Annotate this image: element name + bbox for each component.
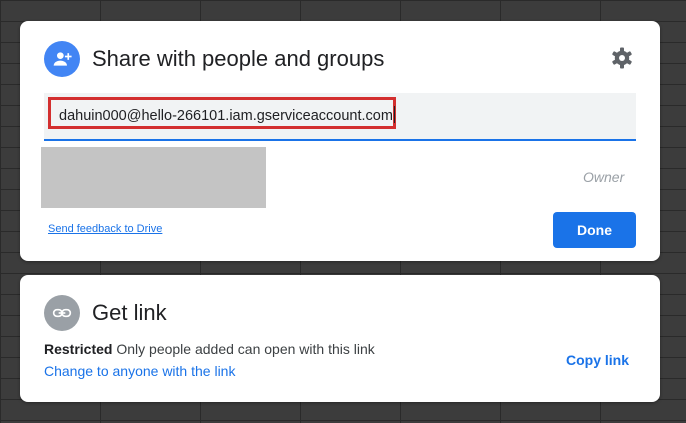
done-button[interactable]: Done — [553, 212, 636, 248]
send-feedback-link[interactable]: Send feedback to Drive — [48, 223, 162, 235]
get-link-dialog: Get link Restricted Only people added ca… — [20, 275, 660, 402]
restricted-description: Only people added can open with this lin… — [116, 341, 375, 357]
share-dialog: Share with people and groups dahuin000@h… — [20, 21, 660, 261]
gear-icon[interactable] — [610, 46, 634, 70]
share-input-value[interactable]: dahuin000@hello-266101.iam.gserviceaccou… — [59, 106, 395, 124]
change-link-access[interactable]: Change to anyone with the link — [44, 363, 235, 379]
get-link-title: Get link — [92, 300, 167, 325]
text-caret — [393, 106, 395, 123]
link-icon — [44, 295, 80, 331]
owner-label: Owner — [583, 169, 625, 185]
restricted-label: Restricted — [44, 341, 113, 357]
restricted-line: Restricted Only people added can open wi… — [44, 341, 375, 357]
copy-link-button[interactable]: Copy link — [566, 352, 629, 368]
redacted-user-block — [41, 147, 266, 208]
share-input[interactable]: dahuin000@hello-266101.iam.gserviceaccou… — [44, 93, 636, 141]
share-dialog-title: Share with people and groups — [92, 46, 385, 71]
person-add-icon — [44, 41, 80, 77]
